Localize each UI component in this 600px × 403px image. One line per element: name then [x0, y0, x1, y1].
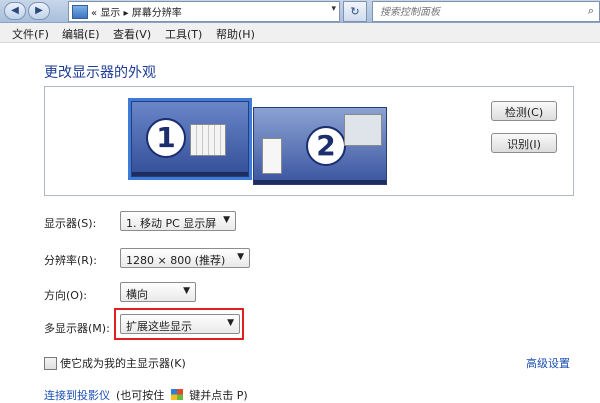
projector-hint-before: (也可按住 [116, 389, 165, 402]
back-arrow-icon: ◀ [11, 5, 19, 16]
chevron-down-icon: ▼ [237, 252, 244, 262]
breadcrumb-item-resolution[interactable]: 屏幕分辨率 [132, 8, 182, 19]
forward-arrow-icon: ▶ [35, 5, 43, 16]
breadcrumb-item-display[interactable]: 显示 [100, 8, 120, 19]
orientation-label: 方向(O): [44, 289, 87, 302]
menu-tools[interactable]: 工具(T) [165, 26, 202, 42]
highlight-annotation-box [114, 308, 244, 340]
resolution-value: 1280 × 800 (推荐) [126, 254, 226, 267]
monitor-1[interactable]: 1 [128, 98, 252, 180]
advanced-settings-link[interactable]: 高级设置 [526, 355, 570, 371]
windows-logo-icon [170, 389, 183, 400]
resolution-label: 分辨率(R): [44, 254, 97, 267]
control-panel-icon [72, 5, 88, 19]
menu-file[interactable]: 文件(F) [12, 26, 49, 42]
page-title: 更改显示器的外观 [44, 65, 156, 81]
menu-help[interactable]: 帮助(H) [216, 26, 255, 42]
monitor-2[interactable]: 2 [253, 107, 387, 185]
window-thumbnail [344, 114, 382, 146]
back-button[interactable]: ◀ [4, 2, 26, 20]
window-thumbnail [190, 124, 226, 156]
identify-button[interactable]: 识别(I) [491, 133, 557, 153]
address-dropdown-icon[interactable]: ▾ [331, 4, 336, 14]
taskbar-thumbnail [132, 172, 248, 176]
make-main-display-label[interactable]: 使它成为我的主显示器(K) [60, 355, 186, 371]
menu-view[interactable]: 查看(V) [113, 26, 151, 42]
window-thumbnail [262, 138, 282, 174]
chevron-down-icon: ▼ [183, 286, 190, 296]
display-select[interactable]: 1. 移动 PC 显示屏 ▼ [120, 211, 236, 231]
search-icon[interactable]: ⌕ [588, 4, 594, 18]
projector-hint: (也可按住 键并点击 P) [116, 387, 248, 403]
monitor-number-badge: 2 [306, 126, 346, 166]
menu-edit[interactable]: 编辑(E) [62, 26, 100, 42]
taskbar-thumbnail [254, 180, 386, 184]
orientation-select[interactable]: 横向 ▼ [120, 282, 196, 302]
resolution-select[interactable]: 1280 × 800 (推荐) ▼ [120, 248, 250, 268]
refresh-button[interactable]: ↻ [343, 1, 367, 22]
title-bar: ◀ ▶ « 显示 ▸ 屏幕分辨率 ▾ ↻ ⌕ [0, 0, 600, 23]
search-input[interactable] [378, 4, 562, 20]
projector-hint-after: 键并点击 P) [189, 389, 248, 402]
chevron-down-icon: ▼ [223, 215, 230, 225]
menu-bar: 文件(F) 编辑(E) 查看(V) 工具(T) 帮助(H) [0, 23, 600, 43]
breadcrumb-separator[interactable]: ▸ [124, 8, 129, 19]
forward-button[interactable]: ▶ [28, 2, 50, 20]
refresh-icon: ↻ [350, 5, 360, 18]
multiple-displays-label: 多显示器(M): [44, 322, 110, 335]
search-box[interactable]: ⌕ [372, 1, 600, 22]
make-main-display-checkbox[interactable] [44, 357, 57, 370]
breadcrumb-prefix[interactable]: « [91, 8, 97, 19]
monitor-number-badge: 1 [146, 118, 186, 158]
detect-button[interactable]: 检测(C) [491, 101, 557, 121]
display-value: 1. 移动 PC 显示屏 [126, 217, 217, 230]
address-bar[interactable]: « 显示 ▸ 屏幕分辨率 ▾ [68, 1, 340, 22]
connect-projector-link[interactable]: 连接到投影仪 [44, 387, 110, 403]
orientation-value: 横向 [126, 288, 148, 301]
display-label: 显示器(S): [44, 217, 97, 230]
breadcrumb: « 显示 ▸ 屏幕分辨率 [91, 4, 182, 19]
monitor-preview: 1 2 检测(C) 识别(I) [44, 86, 574, 196]
